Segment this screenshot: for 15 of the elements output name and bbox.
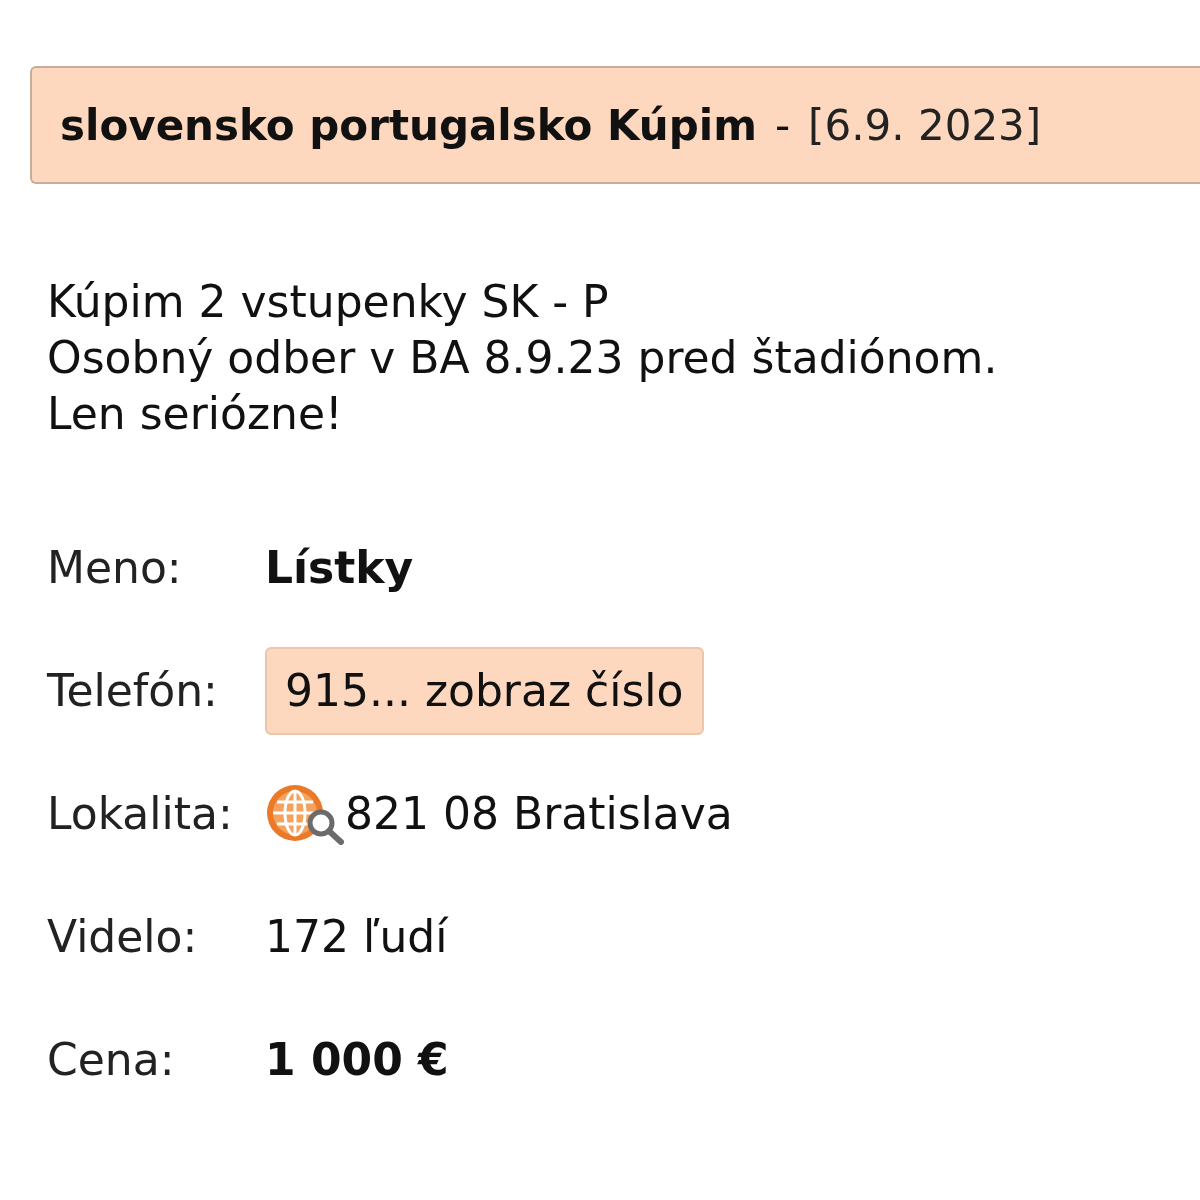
listing-date: [6.9. 2023] — [808, 99, 1042, 152]
detail-label: Meno: — [47, 541, 183, 595]
location-text: 821 08 Bratislava — [345, 787, 733, 841]
ad-description: Kúpim 2 vstupenky SK - P Osobný odber v BA 8.9.23 pred štadiónom. Len seriózne! — [47, 275, 998, 441]
detail-label: Telefón: — [47, 664, 219, 718]
detail-value: Lístky — [265, 541, 414, 595]
detail-value: 1 000 € — [265, 1033, 449, 1087]
title-separator: - — [774, 99, 791, 152]
show-phone-button[interactable]: 915... zobraz číslo — [265, 647, 704, 735]
detail-label: Lokalita: — [47, 787, 234, 841]
detail-label: Cena: — [47, 1033, 176, 1087]
detail-label: Videlo: — [47, 910, 199, 964]
globe-search-icon — [265, 783, 345, 845]
listing-title: slovensko portugalsko Kúpim — [60, 99, 757, 152]
detail-value: 172 ľudí — [265, 910, 448, 964]
